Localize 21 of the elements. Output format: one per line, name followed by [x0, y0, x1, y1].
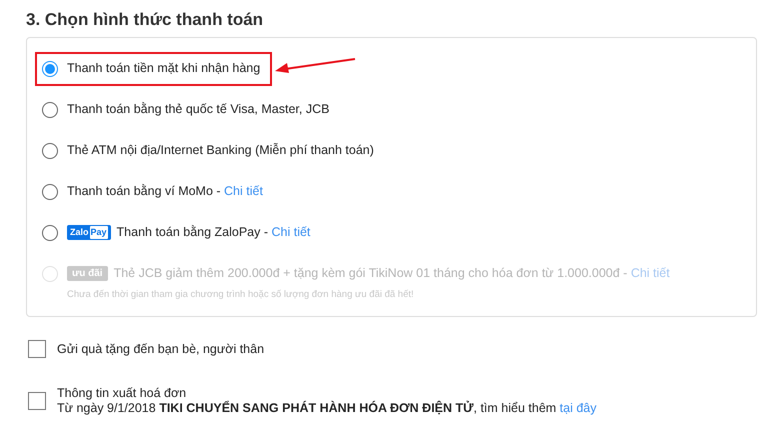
option-label: Thanh toán bằng thẻ quốc tế Visa, Master, JCB — [67, 101, 330, 118]
radio-button[interactable] — [42, 184, 58, 200]
option-label: Thanh toán bằng ZaloPay - Chi tiết — [116, 224, 310, 242]
radio-button[interactable] — [42, 142, 58, 158]
section-title: 3. Chọn hình thức thanh toán — [26, 9, 264, 31]
option-label: Thanh toán tiền mặt khi nhận hàng — [67, 60, 260, 78]
details-link[interactable]: Chi tiết — [272, 225, 310, 240]
zalopay-badge: Zalo Pay — [67, 225, 111, 240]
option-label: Thanh toán bằng ví MoMo - Chi tiết — [67, 183, 263, 200]
radio-button[interactable] — [42, 102, 58, 118]
option-label: Thẻ JCB giảm thêm 200.000đ + tặng kèm gói TikiNow 01 tháng cho hóa đơn từ 1.000.000đ - Chi tiết — [114, 265, 670, 282]
details-link[interactable]: Chi tiết — [224, 184, 263, 198]
invoice-notice: Từ ngày 9/1/2018 TIKI CHUYỂN SANG PHÁT HÀNH HÓA ĐƠN ĐIỆN TỬ, tìm hiểu thêm tại đây — [57, 401, 597, 416]
radio-button[interactable] — [42, 224, 58, 240]
radio-button[interactable] — [42, 60, 58, 76]
option-label: Thẻ ATM nội địa/Internet Banking (Miễn phí thanh toán) — [67, 142, 374, 160]
checkbox-label: Thông tin xuất hoá đơn — [57, 386, 186, 402]
checkbox[interactable] — [28, 392, 46, 410]
checkbox[interactable] — [28, 340, 46, 358]
checkbox-label: Gửi quà tặng đến bạn bè, người thân — [57, 342, 264, 357]
learn-more-link[interactable]: tại đây — [560, 401, 597, 416]
